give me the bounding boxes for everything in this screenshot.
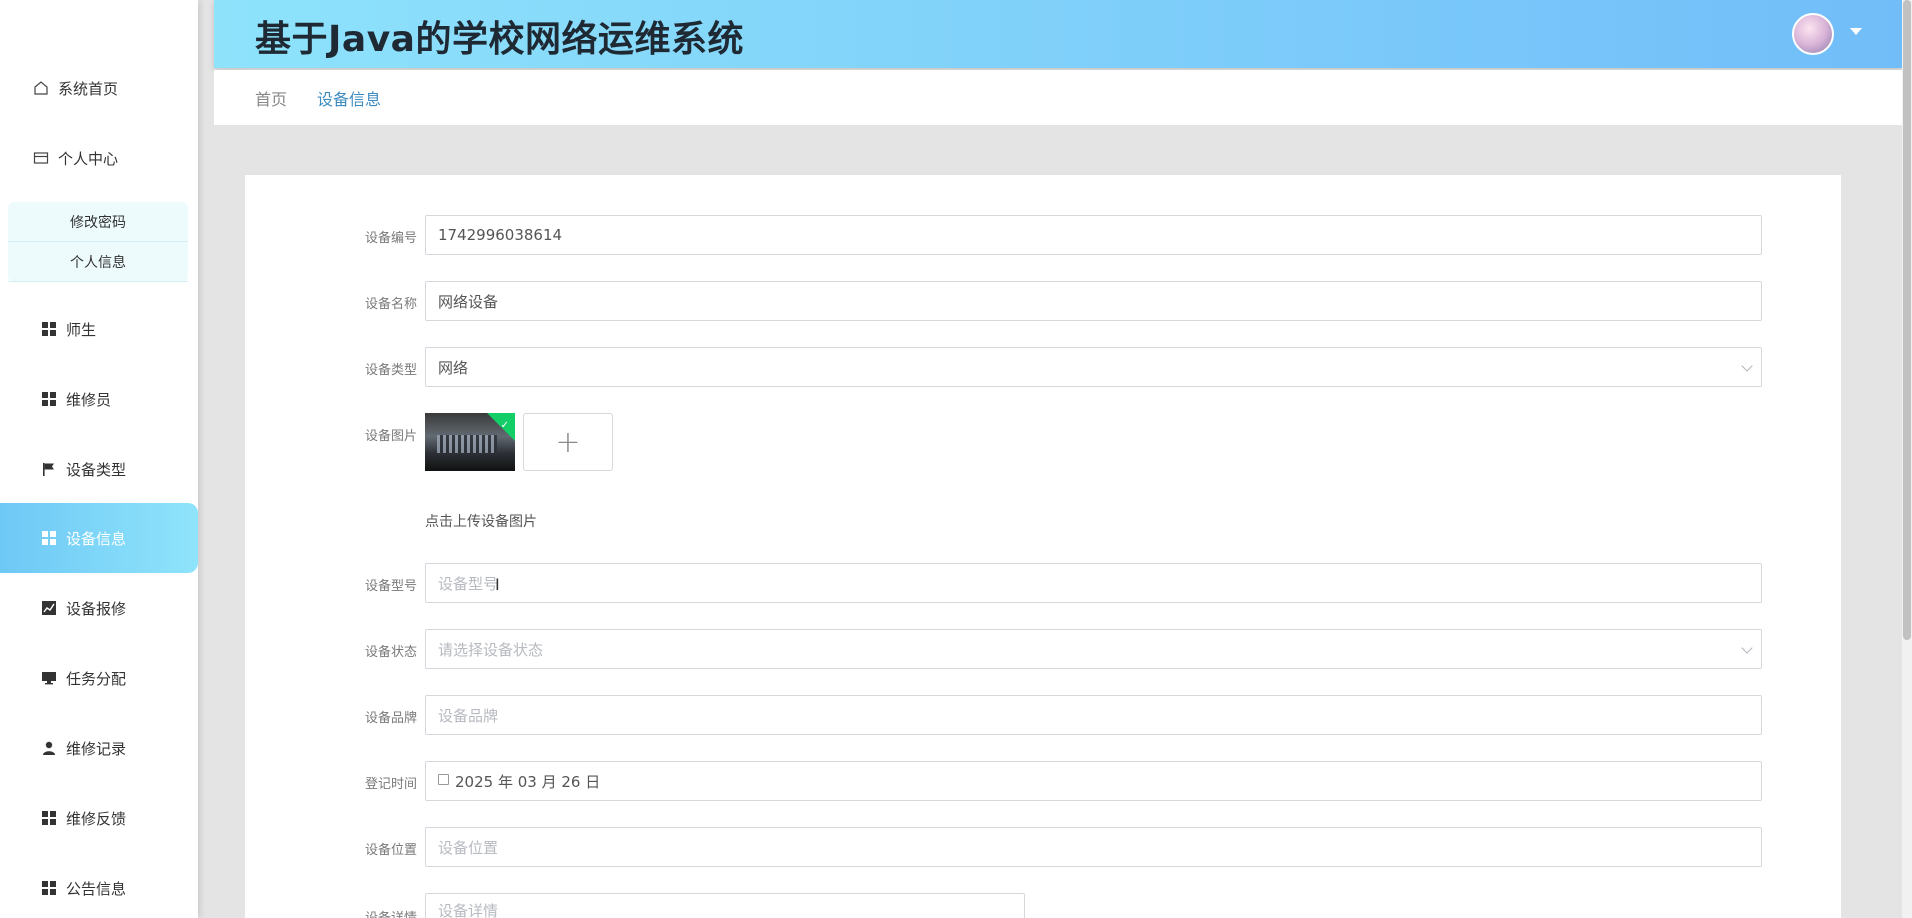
sidebar-item-label: 设备报修 <box>66 599 127 618</box>
field-label: 登记时间 <box>364 777 417 792</box>
submenu-item-personal-info[interactable]: 个人信息 <box>8 242 188 282</box>
form-row-device-brand: 设备品牌 设备品牌 <box>245 695 1841 735</box>
flag-icon <box>40 460 58 478</box>
device-status-placeholder: 请选择设备状态 <box>438 640 544 659</box>
calendar-icon <box>438 773 449 785</box>
breadcrumb: 首页 设备信息 <box>214 70 1902 125</box>
sidebar-item-device-types[interactable]: 设备类型 <box>0 434 198 504</box>
device-location-input[interactable]: 设备位置 <box>425 827 1762 867</box>
sidebar: 系统首页 个人中心 修改密码 个人信息 师生 维修员 设备类型 设备信息 设备报… <box>0 0 198 918</box>
sidebar-item-label: 公告信息 <box>66 879 127 898</box>
text-cursor-icon: I <box>495 575 500 594</box>
sidebar-item-repair-records[interactable]: 维修记录 <box>0 713 198 783</box>
field-label: 设备品牌 <box>364 711 417 726</box>
sidebar-item-personal-center[interactable]: 个人中心 <box>0 123 198 193</box>
form-row-device-image: 设备图片 ✓ + <box>245 413 1841 473</box>
sidebar-item-label: 设备类型 <box>66 460 127 479</box>
sidebar-item-repair-feedback[interactable]: 维修反馈 <box>0 783 198 853</box>
uploaded-device-image[interactable]: ✓ <box>425 413 515 471</box>
user-icon <box>40 739 58 757</box>
monitor-icon <box>40 669 58 687</box>
sidebar-item-label: 师生 <box>66 320 97 339</box>
form-row-register-time: 登记时间 2025 年 03 月 26 日 <box>245 761 1841 801</box>
field-label: 设备详情 <box>307 907 417 918</box>
sidebar-item-label: 任务分配 <box>66 669 127 688</box>
form-row-device-detail: 设备详情 设备详情 <box>245 893 1841 918</box>
field-label: 设备型号 <box>364 579 417 594</box>
grid-icon <box>40 390 58 408</box>
chevron-down-icon <box>1741 360 1753 372</box>
upload-add-button[interactable]: + <box>523 413 613 471</box>
field-label: 设备编号 <box>364 231 417 246</box>
sidebar-item-home[interactable]: 系统首页 <box>0 53 198 123</box>
page-scrollbar[interactable] <box>1902 0 1912 918</box>
caret-down-icon[interactable] <box>1850 28 1862 35</box>
field-label: 设备名称 <box>364 297 417 312</box>
personal-center-submenu: 修改密码 个人信息 <box>8 202 188 282</box>
top-header: 基于Java的学校网络运维系统 <box>214 0 1902 68</box>
field-label: 设备图片 <box>364 429 417 444</box>
form-row-device-no: 设备编号 1742996038614 <box>245 215 1841 255</box>
register-time-datepicker[interactable]: 2025 年 03 月 26 日 <box>425 761 1762 801</box>
field-label: 设备状态 <box>364 645 417 660</box>
chevron-down-icon <box>1741 642 1753 654</box>
sidebar-item-label: 维修记录 <box>66 739 127 758</box>
grid-icon <box>40 879 58 897</box>
check-icon: ✓ <box>500 420 509 431</box>
form-row-device-name: 设备名称 网络设备 <box>245 281 1841 321</box>
device-model-input[interactable]: 设备型号 <box>425 563 1762 603</box>
scrollbar-thumb[interactable] <box>1903 0 1911 640</box>
device-type-select[interactable]: 网络 <box>425 347 1762 387</box>
device-type-value: 网络 <box>438 358 469 377</box>
sidebar-item-label: 维修员 <box>66 390 112 409</box>
form-row-device-type: 设备类型 网络 <box>245 347 1841 387</box>
device-name-input[interactable]: 网络设备 <box>425 281 1762 321</box>
grid-icon <box>40 320 58 338</box>
server-rack-image <box>437 435 497 453</box>
form-row-device-status: 设备状态 请选择设备状态 <box>245 629 1841 669</box>
avatar[interactable] <box>1792 13 1834 55</box>
sidebar-item-task-assignment[interactable]: 任务分配 <box>0 643 198 713</box>
chart-icon <box>40 599 58 617</box>
form-row-device-model: 设备型号 设备型号 I <box>245 563 1841 603</box>
upload-hint: 点击上传设备图片 <box>425 514 537 530</box>
sidebar-item-announcements[interactable]: 公告信息 <box>0 853 198 918</box>
register-time-value: 2025 年 03 月 26 日 <box>455 772 601 791</box>
sidebar-item-label: 个人中心 <box>58 149 119 168</box>
device-brand-input[interactable]: 设备品牌 <box>425 695 1762 735</box>
grid-icon <box>40 529 58 547</box>
sidebar-item-teachers-students[interactable]: 师生 <box>0 294 198 364</box>
breadcrumb-home[interactable]: 首页 <box>255 86 287 110</box>
home-icon <box>32 79 50 97</box>
app-title: 基于Java的学校网络运维系统 <box>255 19 744 60</box>
device-detail-textarea[interactable]: 设备详情 <box>425 893 1025 918</box>
sidebar-item-label: 维修反馈 <box>66 809 127 828</box>
form-row-device-location: 设备位置 设备位置 <box>245 827 1841 867</box>
submenu-item-change-password[interactable]: 修改密码 <box>8 202 188 242</box>
sidebar-item-repairmen[interactable]: 维修员 <box>0 364 198 434</box>
sidebar-item-device-repair[interactable]: 设备报修 <box>0 573 198 643</box>
breadcrumb-current: 设备信息 <box>317 90 382 109</box>
field-label: 设备类型 <box>364 363 417 378</box>
sidebar-item-device-info[interactable]: 设备信息 <box>0 503 198 573</box>
device-form-card: 设备编号 1742996038614 设备名称 网络设备 设备类型 网络 设备图… <box>245 175 1841 918</box>
wallet-icon <box>32 149 50 167</box>
device-status-select[interactable]: 请选择设备状态 <box>425 629 1762 669</box>
device-no-input[interactable]: 1742996038614 <box>425 215 1762 255</box>
sidebar-item-label: 设备信息 <box>66 529 127 548</box>
grid-icon <box>40 809 58 827</box>
sidebar-item-label: 系统首页 <box>58 79 119 98</box>
field-label: 设备位置 <box>364 843 417 858</box>
